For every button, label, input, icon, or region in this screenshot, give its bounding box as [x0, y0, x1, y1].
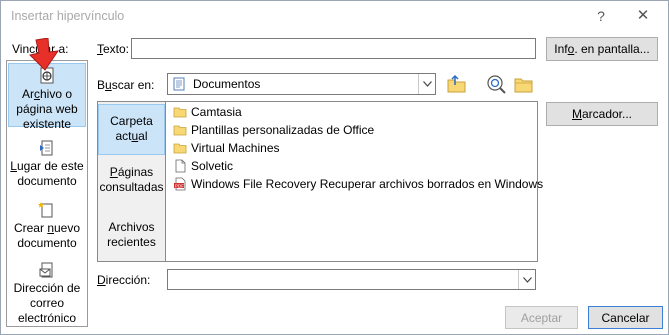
list-item[interactable]: Virtual Machines — [170, 139, 537, 157]
file-icon — [175, 159, 186, 173]
chevron-down-icon[interactable] — [518, 270, 535, 289]
tab-label-line2: recientes — [107, 235, 156, 249]
list-item[interactable]: Solvetic — [170, 157, 537, 175]
link-item-line2: página web — [16, 102, 78, 116]
address-input[interactable] — [167, 269, 536, 290]
screen-tip-button[interactable]: Info. en pantalla... — [546, 37, 658, 61]
ok-button[interactable]: Aceptar — [505, 306, 578, 329]
link-to-panel: Archivo o página web existente Lugar de … — [6, 60, 88, 327]
folder-up-icon — [447, 74, 466, 93]
list-item[interactable]: PDF Windows File Recovery Recuperar arch… — [170, 175, 543, 193]
browse-tabs: Carpeta actual Páginas consultadas Archi… — [98, 102, 166, 261]
link-item-line1: Dirección de — [13, 281, 81, 295]
link-item-line1: Archivo o — [21, 87, 73, 101]
tab-label-line2: actual — [115, 129, 148, 143]
tab-recent-files[interactable]: Archivos recientes — [98, 220, 165, 256]
tab-browsed-pages[interactable]: Páginas consultadas — [98, 165, 165, 201]
red-arrow-annotation-icon — [29, 38, 60, 71]
address-label: Dirección: — [97, 273, 151, 287]
link-to-email-address[interactable]: Dirección de correo electrónico — [8, 261, 86, 325]
link-item-line2: documento — [17, 174, 77, 188]
place-in-document-icon — [40, 140, 53, 156]
link-to-place-in-document[interactable]: Lugar de este documento — [8, 139, 86, 188]
tab-label-line1: Archivos — [108, 220, 155, 234]
link-item-line3: electrónico — [17, 311, 77, 325]
cancel-button[interactable]: Cancelar — [588, 306, 663, 329]
file-list: Camtasia Plantillas personalizadas de Of… — [170, 103, 543, 193]
new-document-icon — [38, 202, 53, 218]
folder-documents-icon — [173, 77, 185, 91]
link-item-line2: correo — [29, 296, 64, 310]
chevron-down-icon[interactable] — [418, 74, 435, 94]
link-item-line1: Crear nuevo — [13, 221, 81, 235]
text-to-display-label: Texto: — [97, 42, 130, 56]
text-to-display-input[interactable] — [131, 38, 536, 59]
close-button[interactable]: ✕ — [633, 6, 653, 26]
file-browser: Carpeta actual Páginas consultadas Archi… — [97, 101, 543, 262]
list-item[interactable]: Plantillas personalizadas de Office — [170, 121, 537, 139]
link-item-line2: documento — [17, 236, 77, 250]
open-folder-icon — [514, 78, 533, 93]
list-item[interactable]: Camtasia — [170, 103, 537, 121]
pdf-icon: PDF — [174, 177, 186, 191]
svg-text:PDF: PDF — [175, 183, 184, 188]
up-one-folder-button[interactable] — [445, 72, 469, 96]
browse-file-button[interactable] — [512, 72, 536, 96]
look-in-value: Documentos — [193, 77, 261, 91]
tab-current-folder[interactable]: Carpeta actual — [98, 104, 165, 155]
tab-label-line2: consultadas — [99, 180, 164, 194]
tab-label-line1: Carpeta — [110, 114, 153, 128]
folder-icon — [173, 125, 187, 136]
tab-label-line1: Páginas — [109, 165, 154, 179]
browse-web-icon — [487, 75, 506, 94]
insert-hyperlink-dialog: Insertar hipervínculo ? ✕ Vincular a: Ar… — [0, 0, 669, 335]
bookmark-button[interactable]: Marcador... — [546, 102, 658, 126]
link-to-existing-file-web-page[interactable]: Archivo o página web existente — [8, 63, 86, 131]
dialog-title: Insertar hipervínculo — [11, 9, 125, 23]
link-item-line1: Lugar de este — [10, 159, 84, 173]
folder-icon — [173, 143, 187, 154]
title-bar: Insertar hipervínculo ? ✕ — [1, 1, 668, 31]
help-button[interactable]: ? — [591, 6, 611, 26]
email-icon — [39, 262, 53, 278]
folder-icon — [173, 107, 187, 118]
look-in-label: Buscar en: — [97, 78, 155, 92]
link-item-line3: existente — [22, 117, 72, 131]
look-in-dropdown[interactable]: Documentos — [167, 73, 436, 95]
link-to-new-document[interactable]: Crear nuevo documento — [8, 201, 86, 250]
browse-web-button[interactable] — [484, 72, 508, 96]
